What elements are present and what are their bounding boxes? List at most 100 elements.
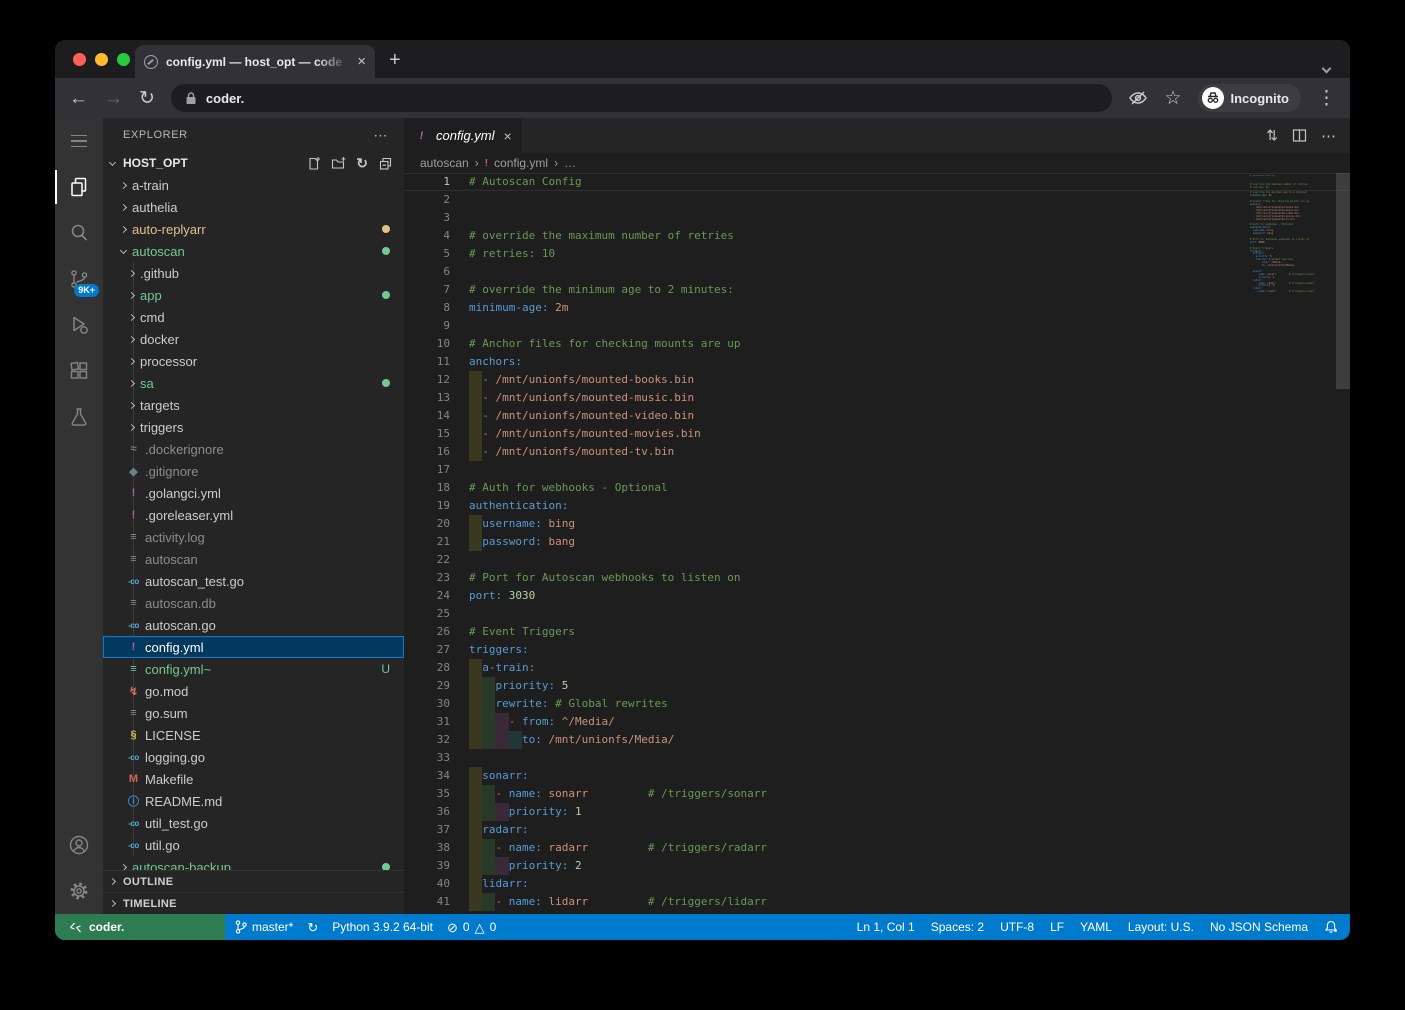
browser-tab[interactable]: config.yml — host_opt — code × [135,45,375,78]
tree-item--golangci-yml[interactable]: !.golangci.yml [103,482,404,504]
code-line: 11anchors: [404,353,1350,371]
git-branch-status[interactable]: master* [235,920,293,934]
tree-item-autoscan[interactable]: autoscan [103,240,404,262]
tree-item-authelia[interactable]: authelia [103,196,404,218]
forward-icon[interactable]: → [104,89,123,108]
sidebar-explorer: EXPLORER ⋯ HOST_OPT ↻ a-trainautheliaaut… [103,118,404,914]
code-line: 31 - from: ^/Media/ [404,713,1350,731]
minimize-window-button[interactable] [95,53,108,66]
workspace-section-header[interactable]: HOST_OPT ↻ [103,152,404,174]
breadcrumb-file[interactable]: config.yml [494,156,548,170]
reload-icon[interactable]: ↻ [139,89,155,108]
explorer-view-icon[interactable] [55,164,103,210]
tree-item--dockerignore[interactable]: ≈.dockerignore [103,438,404,460]
json-schema-status[interactable]: No JSON Schema [1210,920,1308,934]
remote-indicator[interactable]: coder. [55,914,225,940]
cursor-position-status[interactable]: Ln 1, Col 1 [857,920,915,934]
extensions-view-icon[interactable] [55,348,103,394]
minimap[interactable]: # Autoscan Config # override the maximum… [1250,175,1334,294]
tree-item-sa[interactable]: sa [103,372,404,394]
tab-close-icon[interactable]: × [357,53,366,70]
application-menu-icon[interactable] [55,118,103,164]
tree-item-autoscan[interactable]: ≡autoscan [103,548,404,570]
sync-icon[interactable]: ↻ [307,921,318,934]
tree-item-config-yml-[interactable]: ≡config.yml~U [103,658,404,680]
tree-item-util-go[interactable]: -coutil.go [103,834,404,856]
tree-item-readme-md[interactable]: ⓘREADME.md [103,790,404,812]
close-editor-icon[interactable]: × [504,128,512,144]
tree-item-processor[interactable]: processor [103,350,404,372]
tree-item-go-mod[interactable]: ↯go.mod [103,680,404,702]
search-view-icon[interactable] [55,210,103,256]
tree-item-logging-go[interactable]: -cologging.go [103,746,404,768]
tree-item-targets[interactable]: targets [103,394,404,416]
run-debug-view-icon[interactable] [55,302,103,348]
tree-item-label: app [140,288,162,303]
tree-item-activity-log[interactable]: ≡activity.log [103,526,404,548]
new-file-icon[interactable] [307,156,321,170]
tree-item-util-test-go[interactable]: -coutil_test.go [103,812,404,834]
open-changes-icon[interactable]: ⇅ [1266,127,1278,144]
close-window-button[interactable] [73,53,86,66]
tree-item-config-yml[interactable]: !config.yml [103,636,404,658]
indentation-status[interactable]: Spaces: 2 [931,920,984,934]
code-line: 15 - /mnt/unionfs/mounted-movies.bin [404,425,1350,443]
problems-status[interactable]: ⊘ 0 △ 0 [447,920,496,934]
bookmark-star-icon[interactable]: ☆ [1164,89,1181,108]
line-number: 27 [404,641,450,659]
tree-item-autoscan-backup[interactable]: autoscan-backup [103,856,404,870]
tree-item-triggers[interactable]: triggers [103,416,404,438]
tree-item-license[interactable]: §LICENSE [103,724,404,746]
python-interpreter-status[interactable]: Python 3.9.2 64-bit [332,920,433,934]
outline-section-header[interactable]: OUTLINE [103,870,404,892]
timeline-section-header[interactable]: TIMELINE [103,892,404,914]
collapse-folders-icon[interactable] [378,156,392,170]
tree-item--goreleaser-yml[interactable]: !.goreleaser.yml [103,504,404,526]
back-icon[interactable]: ← [69,89,88,108]
code-editor[interactable]: 1# Autoscan Config234# override the maxi… [404,173,1350,914]
code-line: 36 priority: 1 [404,803,1350,821]
new-folder-icon[interactable] [331,156,346,170]
tree-item-auto-replyarr[interactable]: auto-replyarr [103,218,404,240]
scrollbar-slider[interactable] [1336,173,1350,389]
eye-blocked-icon[interactable] [1128,90,1148,106]
tree-item-go-sum[interactable]: ≡go.sum [103,702,404,724]
refresh-explorer-icon[interactable]: ↻ [356,156,368,170]
tree-item-docker[interactable]: docker [103,328,404,350]
testing-view-icon[interactable] [55,394,103,440]
encoding-status[interactable]: UTF-8 [1000,920,1034,934]
browser-menu-kebab-icon[interactable]: ⋮ [1317,89,1336,108]
tree-item-a-train[interactable]: a-train [103,174,404,196]
new-tab-button[interactable]: + [389,49,401,72]
tree-item-app[interactable]: app [103,284,404,306]
tree-item-label: autoscan_test.go [145,574,244,589]
editor-more-actions-icon[interactable]: ⋯ [1321,127,1336,145]
tree-item-autoscan-test-go[interactable]: -coautoscan_test.go [103,570,404,592]
source-control-view-icon[interactable]: 9K+ [55,256,103,302]
eol-status[interactable]: LF [1050,920,1064,934]
tree-item-autoscan-go[interactable]: -coautoscan.go [103,614,404,636]
tree-item-autoscan-db[interactable]: ≡autoscan.db [103,592,404,614]
tree-item--github[interactable]: .github [103,262,404,284]
code-line: 35 - name: sonarr # /triggers/sonarr [404,785,1350,803]
notifications-bell-icon[interactable] [1324,920,1338,934]
breadcrumb-symbol[interactable]: … [564,156,576,170]
accounts-icon[interactable] [55,822,103,868]
tree-item-label: autoscan [132,244,185,259]
settings-gear-icon[interactable] [55,868,103,914]
language-mode-status[interactable]: YAML [1080,920,1112,934]
git-file-icon: ◆ [126,465,141,478]
tree-item-makefile[interactable]: MMakefile [103,768,404,790]
split-editor-icon[interactable] [1292,128,1307,143]
breadcrumb-folder[interactable]: autoscan [420,156,469,170]
editor-tab-config-yml[interactable]: ! config.yml × [404,118,522,153]
line-number: 3 [404,209,450,227]
address-bar[interactable]: coder. [171,84,1113,112]
tab-search-chevron-icon[interactable] [1323,59,1332,68]
line-number: 25 [404,605,450,623]
tree-item-cmd[interactable]: cmd [103,306,404,328]
zoom-window-button[interactable] [117,53,130,66]
keyboard-layout-status[interactable]: Layout: U.S. [1128,920,1194,934]
tree-item--gitignore[interactable]: ◆.gitignore [103,460,404,482]
explorer-more-actions-icon[interactable]: ⋯ [373,128,388,142]
